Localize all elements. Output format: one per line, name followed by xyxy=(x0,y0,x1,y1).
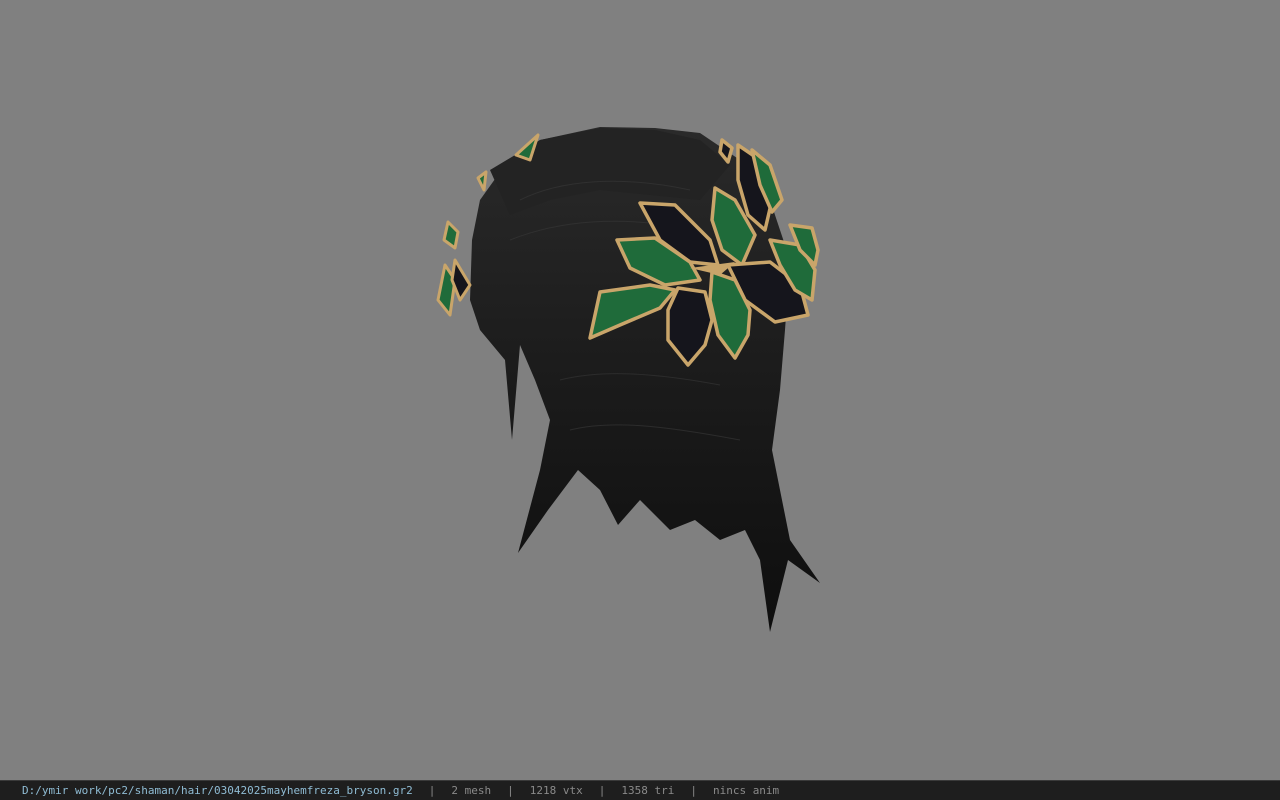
status-triangle-count: 1358 tri xyxy=(621,784,675,797)
status-bar: D:/ymir work/pc2/shaman/hair/03042025may… xyxy=(0,780,1280,800)
status-separator: | xyxy=(507,784,514,797)
status-vertex-count: 1218 vtx xyxy=(529,784,583,797)
status-animation: nincs anim xyxy=(712,784,780,797)
status-file-path: D:/ymir work/pc2/shaman/hair/03042025may… xyxy=(22,784,413,797)
status-mesh-count: 2 mesh xyxy=(451,784,492,797)
status-separator: | xyxy=(598,784,606,797)
hair-model-render xyxy=(436,127,820,632)
status-separator: | xyxy=(690,784,697,797)
3d-viewport[interactable] xyxy=(0,0,1280,780)
status-separator: | xyxy=(428,784,436,797)
